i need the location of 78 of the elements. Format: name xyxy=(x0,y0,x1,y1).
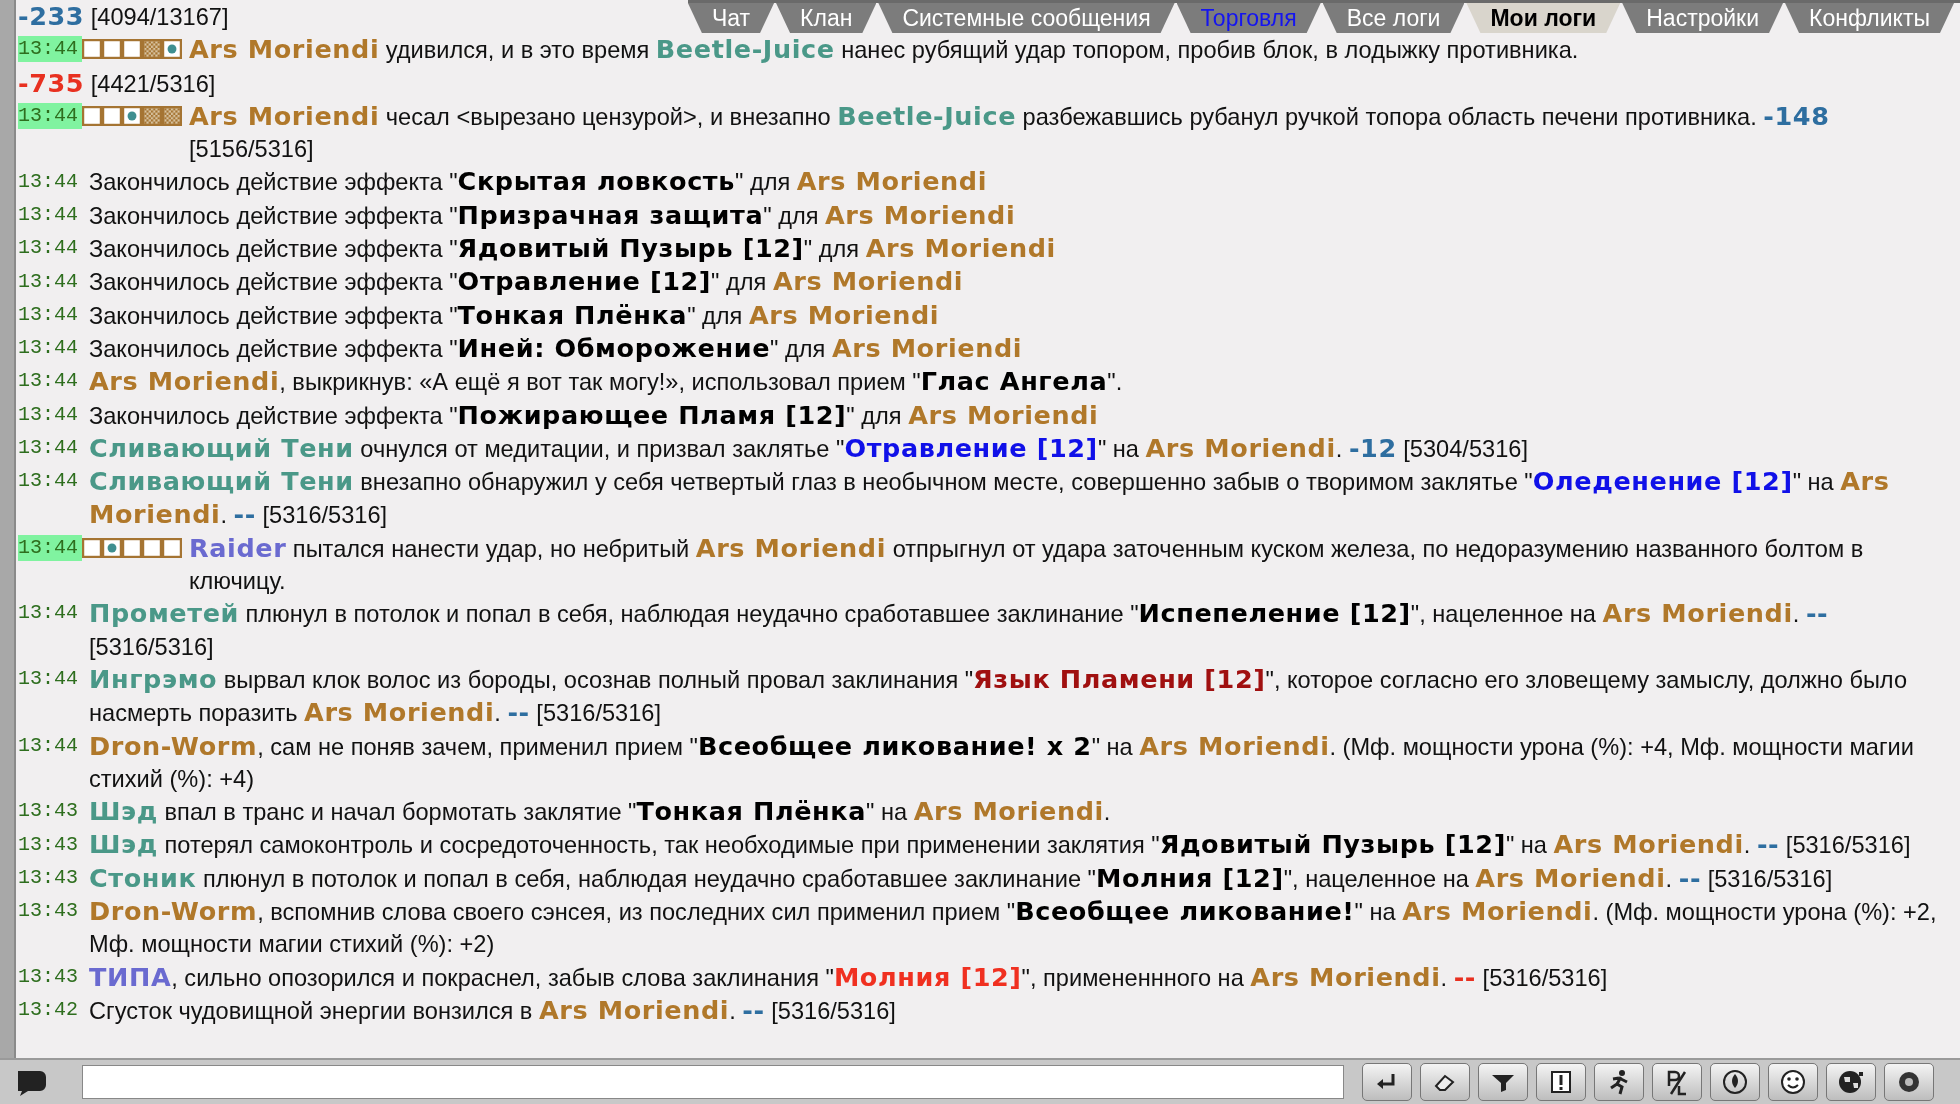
tab[interactable]: Настройки xyxy=(1622,3,1784,33)
exclamation-button[interactable] xyxy=(1536,1063,1586,1101)
log-message: Сгусток чудовищной энергии вонзился в Ars Moriendi. -- [5316/5316] xyxy=(89,993,896,1027)
timestamp: 13:42 xyxy=(18,997,79,1024)
log-message: Закончилось действие эффекта "Призрачная защита" для Ars Moriendi xyxy=(89,198,1016,232)
log-message: -233 [4094/13167] xyxy=(18,0,229,33)
timestamp: 13:44 xyxy=(18,268,79,295)
smiley-button[interactable] xyxy=(1768,1063,1818,1101)
smiley-icon xyxy=(1779,1068,1807,1096)
chat-input-field[interactable] xyxy=(82,1065,1344,1099)
hatched-square-icon xyxy=(142,106,162,127)
timestamp: 13:43 xyxy=(18,898,79,925)
dotted-square-icon xyxy=(102,537,122,558)
timestamp: 13:44 xyxy=(18,235,79,262)
empty-square-icon xyxy=(102,106,122,127)
enter-arrow-button[interactable] xyxy=(1362,1063,1412,1101)
filter-button[interactable] xyxy=(1478,1063,1528,1101)
log-message: Ars Moriendi удивился, и в это время Beetle-Juice нанес рубящий удар топором, пробив блок, в лодыжку противника. xyxy=(189,33,1579,67)
timestamp: 13:44 xyxy=(18,368,79,395)
eraser-button[interactable] xyxy=(1420,1063,1470,1101)
log-message: Закончилось действие эффекта "Ядовитый Пузырь [12]" для Ars Moriendi xyxy=(89,232,1056,266)
log-message: Закончилось действие эффекта "Отравление [12]" для Ars Moriendi xyxy=(89,265,964,299)
timestamp: 13:44 xyxy=(18,401,79,428)
empty-square-icon xyxy=(82,39,102,60)
dotted-square-icon xyxy=(122,106,142,127)
log-message: Сливающий Тени очнулся от медитации, и призвал заклятье "Отравление [12]" на Ars Moriendi. -12 [5304/5316] xyxy=(89,431,1528,465)
globe-icon xyxy=(1837,1068,1865,1096)
empty-square-icon xyxy=(122,537,142,558)
timestamp: 13:44 xyxy=(18,201,79,228)
timestamp: 13:43 xyxy=(18,831,79,858)
empty-square-icon xyxy=(142,537,162,558)
timestamp: 13:44 xyxy=(18,301,79,328)
timestamp: 13:44 xyxy=(18,168,79,195)
log-message: Ингрэмо вырвал клок волос из бороды, осознав полный провал заклинания "Язык Пламени [12]", которое согласно его зловещему замыслу, должно было насмерть поразить Ars Moriendi. -- [5316/5316] xyxy=(89,662,1908,730)
timestamp: 13:44 xyxy=(18,36,82,63)
empty-square-icon xyxy=(102,39,122,60)
timestamp: 13:43 xyxy=(18,798,79,825)
log-message: -735 [4421/5316] xyxy=(18,66,216,100)
tab[interactable]: Конфликты xyxy=(1785,3,1954,33)
timestamp: 13:44 xyxy=(18,468,79,495)
timestamp: 13:44 xyxy=(18,534,82,561)
empty-square-icon xyxy=(162,537,182,558)
timestamp: 13:43 xyxy=(18,963,79,990)
empty-square-icon xyxy=(82,537,102,558)
log-message: Стоник плюнул в потолок и попал в себя, наблюдая неудачно сработавшее заклинание "Молния [12]", нацеленное на Ars Moriendi. -- [5316/5316] xyxy=(89,861,1833,895)
timestamp: 13:44 xyxy=(18,435,79,461)
tab[interactable]: Клан xyxy=(776,3,877,33)
log-message: Ars Moriendi, выкрикнув: «А ещё я вот так могу!», использовал прием "Глас Ангела". xyxy=(89,365,1123,399)
log-message: Шэд потерял самоконтроль и сосредоточенность, так необходимые при применении заклятия "Ядовитый Пузырь [12]" на Ars Moriendi. -- [5316/5316] xyxy=(89,828,1911,862)
timestamp: 13:44 xyxy=(18,103,82,130)
tab[interactable]: Мои логи xyxy=(1466,3,1621,33)
timestamp: 13:44 xyxy=(18,732,79,759)
log-message: Закончилось действие эффекта "Пожирающее Пламя [12]" для Ars Moriendi xyxy=(89,398,1099,432)
hatched-square-icon xyxy=(162,106,182,127)
log-message: Шэд впал в транс и начал бормотать заклятие "Тонкая Плёнка" на Ars Moriendi. xyxy=(89,795,1111,829)
slash-button[interactable] xyxy=(1652,1063,1702,1101)
log-message: Закончилось действие эффекта "Тонкая Плёнка" для Ars Moriendi xyxy=(89,298,940,332)
log-message: ТИПА, сильно опозорился и покраснел, забыв слова заклинания "Молния [12]", примененнного на Ars Moriendi. -- [5316/5316] xyxy=(89,960,1608,994)
tab[interactable]: Системные сообщения xyxy=(878,3,1175,33)
running-figure-button[interactable] xyxy=(1594,1063,1644,1101)
log-message: Ars Moriendi чесал <вырезано цензурой>, и внезапно Beetle-Juice разбежавшись рубанул ручкой топора область печени противника. -148 [5156/5316] xyxy=(189,99,1831,165)
hatched-square-icon xyxy=(142,39,162,60)
timestamp: 13:44 xyxy=(18,666,79,693)
tab[interactable]: Все логи xyxy=(1322,3,1465,33)
dotted-square-icon xyxy=(162,39,182,60)
empty-square-icon xyxy=(122,39,142,60)
timestamp: 13:44 xyxy=(18,335,79,362)
timestamp: 13:44 xyxy=(18,600,79,627)
globe-button[interactable] xyxy=(1826,1063,1876,1101)
timestamp: 13:43 xyxy=(18,864,79,891)
log-message: Dron-Worm, вспомнив слова своего сэнсея, из последних сил применил прием "Всеобщее ликование!" на Ars Moriendi. (Мф. мощности урона (%): +2, Мф. мощности магии стихий (%): +2) xyxy=(89,895,1938,960)
tab[interactable]: Торговля xyxy=(1176,3,1321,33)
log-message: Dron-Worm, сам не поняв зачем, применил прием "Всеобщее ликование! x 2" на Ars Moriendi. (Мф. мощности урона (%): +4, Мф. мощности магии стихий (%): +4) xyxy=(89,729,1915,794)
tab[interactable]: Чат xyxy=(687,3,775,33)
log-message: Закончилось действие эффекта "Иней: Обморожение" для Ars Moriendi xyxy=(89,331,1023,365)
empty-square-icon xyxy=(82,106,102,127)
log-message: Raider пытался нанести удар, но небритый Ars Moriendi отпрыгнул от удара заточенным куском железа, по недоразумению названного болтом в ключицу. xyxy=(189,531,1865,597)
log-message: Закончилось действие эффекта "Скрытая ловкость" для Ars Moriendi xyxy=(89,165,987,199)
